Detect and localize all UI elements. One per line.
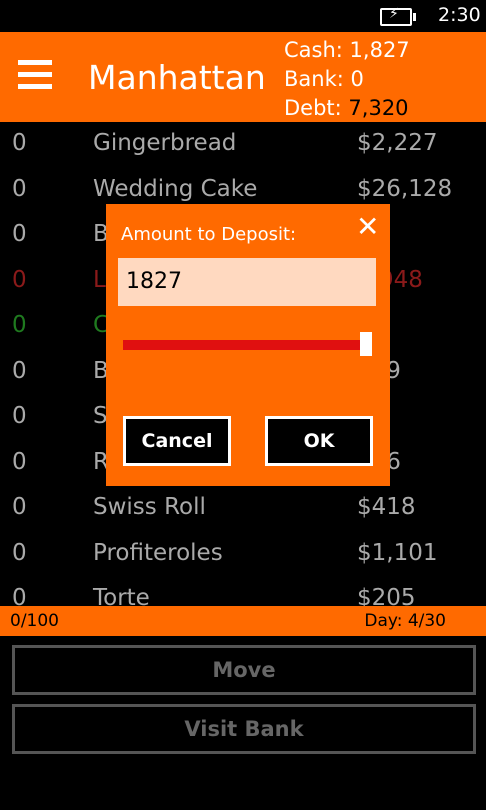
capacity-label: 0/100 [10,611,59,631]
city-title: Manhattan [88,58,266,97]
item-name: Wedding Cake [93,175,258,202]
item-qty: 0 [12,357,27,384]
status-bar: ⚡ 2:30 [0,0,486,32]
ok-button[interactable]: OK [265,416,373,466]
item-qty: 0 [12,175,27,202]
item-qty: 0 [12,539,27,566]
item-qty: 0 [12,221,27,247]
item-price: $418 [357,494,416,520]
app-header: Manhattan Cash: 1,827 Bank: 0 Debt: 7,32… [0,32,486,122]
item-name: Profiteroles [93,539,223,566]
bank-stat: Bank: 0 [284,65,410,94]
item-name: L [93,266,106,293]
item-qty: 0 [12,448,27,475]
item-qty: 0 [12,312,27,338]
item-name: Gingerbread [93,130,237,156]
item-price: $2,227 [357,130,438,156]
item-qty: 0 [12,585,27,606]
item-qty: 0 [12,494,27,520]
debt-stat: Debt: 7,320 [284,94,410,123]
bank-value: 0 [350,67,364,91]
deposit-slider[interactable] [123,340,367,350]
hamburger-menu-icon[interactable] [18,60,52,89]
cash-value: 1,827 [349,38,410,62]
visit-bank-button[interactable]: Visit Bank [12,704,476,754]
item-price: $205 [357,585,416,606]
bank-label: Bank: [284,67,344,91]
close-icon[interactable]: ✕ [356,210,379,243]
cancel-button[interactable]: Cancel [123,416,231,466]
item-name: Torte [93,585,150,606]
cash-label: Cash: [284,38,343,62]
list-item[interactable]: 0 Profiteroles $1,101 [0,532,486,578]
list-item[interactable]: 0 Swiss Roll $418 [0,486,486,532]
dialog-title: Amount to Deposit: [121,224,297,245]
debt-value: 7,320 [348,96,409,120]
item-qty: 0 [12,266,27,293]
status-time: 2:30 [438,4,481,26]
deposit-dialog: Amount to Deposit: ✕ Cancel OK [106,204,390,486]
item-qty: 0 [12,130,27,156]
list-item[interactable]: 0 Gingerbread $2,227 [0,122,486,168]
deposit-amount-input[interactable] [118,258,376,306]
cash-stat: Cash: 1,827 [284,36,410,65]
item-name: Swiss Roll [93,494,206,520]
money-stats: Cash: 1,827 Bank: 0 Debt: 7,320 [284,36,410,123]
battery-charging-icon: ⚡ [380,7,416,26]
move-button[interactable]: Move [12,645,476,695]
item-qty: 0 [12,403,27,429]
debt-label: Debt: [284,96,342,120]
item-price: $1,101 [357,539,438,566]
day-label: Day: 4/30 [364,611,446,631]
footer-bar: 0/100 Day: 4/30 [0,606,486,636]
slider-thumb[interactable] [360,332,372,356]
item-price: $26,128 [357,175,453,202]
list-item[interactable]: 0 Torte $205 [0,577,486,606]
